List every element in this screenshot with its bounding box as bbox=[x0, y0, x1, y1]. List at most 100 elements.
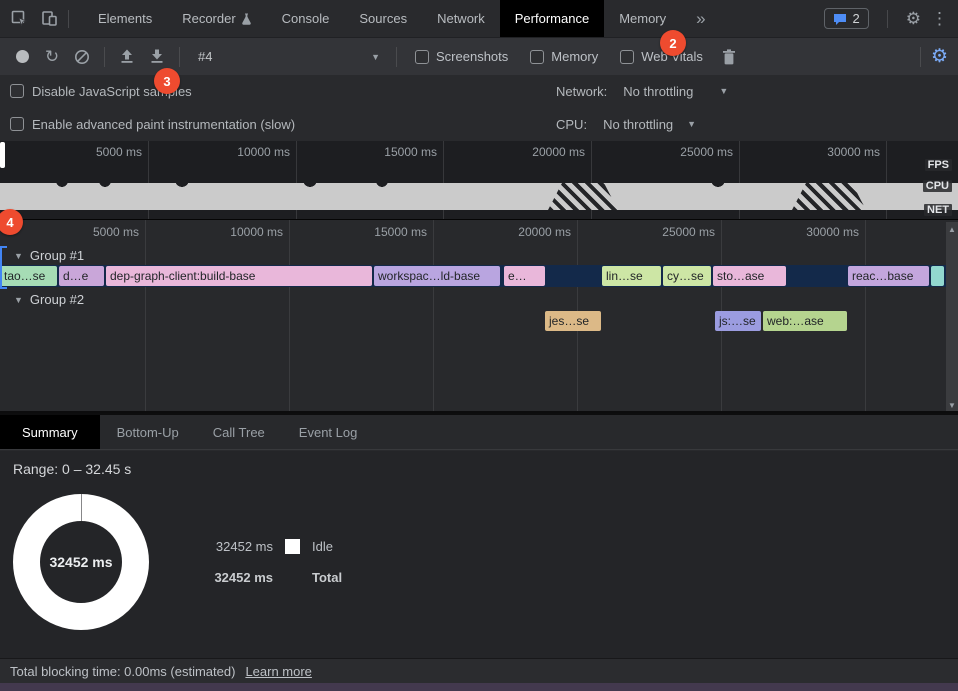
tab-bottom-up[interactable]: Bottom-Up bbox=[100, 415, 196, 449]
ruler-tick: 20000 ms bbox=[487, 225, 571, 239]
scroll-down-icon[interactable]: ▼ bbox=[948, 398, 956, 413]
group2-header[interactable]: ▼ Group #2 bbox=[14, 292, 84, 307]
total-time-value: 32452 ms bbox=[160, 570, 273, 585]
screenshots-toggle[interactable]: Screenshots bbox=[415, 49, 508, 64]
divider bbox=[68, 10, 69, 28]
ruler-tick: 25000 ms bbox=[631, 225, 715, 239]
load-profile-button[interactable] bbox=[115, 45, 139, 69]
total-label: Total bbox=[312, 570, 342, 585]
garbage-collect-button[interactable] bbox=[717, 45, 741, 69]
disable-js-samples-checkbox[interactable] bbox=[10, 84, 24, 98]
group1-header[interactable]: ▼ Group #1 bbox=[14, 248, 84, 263]
chevron-down-icon: ▼ bbox=[371, 52, 380, 62]
group1-track: tao…se d…e dep-graph-client:build-base w… bbox=[0, 265, 946, 287]
cpu-label: CPU: bbox=[556, 117, 587, 132]
memory-toggle[interactable]: Memory bbox=[530, 49, 598, 64]
capture-settings-gear-icon[interactable]: ⚙ bbox=[931, 45, 948, 68]
flame-event[interactable]: lin…se bbox=[602, 266, 661, 286]
download-icon bbox=[149, 49, 165, 64]
group1-selection-bracket bbox=[0, 246, 7, 289]
paint-instrumentation-option-row: Enable advanced paint instrumentation (s… bbox=[0, 107, 958, 141]
learn-more-link[interactable]: Learn more bbox=[245, 664, 311, 679]
screenshots-label: Screenshots bbox=[436, 49, 508, 64]
network-throttling-control: Network: No throttling ▼ bbox=[556, 84, 728, 99]
overflow-menu-icon[interactable]: ⋮ bbox=[931, 9, 948, 29]
record-icon bbox=[16, 50, 29, 63]
chevron-down-icon[interactable]: ▼ bbox=[719, 86, 728, 96]
history-selected-value: #4 bbox=[198, 49, 212, 64]
web-vitals-toggle[interactable]: Web Vitals bbox=[620, 49, 703, 64]
flame-event[interactable]: cy…se bbox=[663, 266, 711, 286]
flame-event[interactable]: workspac…ld-base bbox=[374, 266, 500, 286]
inspect-element-icon[interactable] bbox=[8, 8, 30, 30]
tab-recorder[interactable]: Recorder bbox=[167, 0, 266, 37]
settings-gear-icon[interactable]: ⚙ bbox=[906, 9, 921, 29]
overview-tick: 25000 ms bbox=[649, 145, 733, 159]
flame-event[interactable]: sto…ase bbox=[713, 266, 786, 286]
divider bbox=[887, 10, 888, 28]
overview-tick: 20000 ms bbox=[501, 145, 585, 159]
more-tabs-button[interactable]: » bbox=[681, 0, 720, 37]
flame-event[interactable]: reac…base bbox=[848, 266, 929, 286]
flame-event[interactable]: dep-graph-client:build-base bbox=[106, 266, 372, 286]
reload-and-record-button[interactable]: ↻ bbox=[40, 45, 64, 69]
desktop-background-strip bbox=[0, 683, 958, 691]
divider bbox=[104, 47, 105, 67]
devtools-window: Elements Recorder Console Sources Networ… bbox=[0, 0, 958, 691]
timeline-overview[interactable]: 5000 ms 10000 ms 15000 ms 20000 ms 25000… bbox=[0, 141, 958, 220]
chevron-down-icon[interactable]: ▼ bbox=[687, 119, 696, 129]
cpu-hatched-region bbox=[548, 183, 618, 210]
tab-console[interactable]: Console bbox=[267, 0, 345, 37]
tab-performance[interactable]: Performance bbox=[500, 0, 604, 37]
overview-left-resize-handle[interactable] bbox=[0, 142, 5, 168]
overview-tick: 10000 ms bbox=[206, 145, 290, 159]
flame-chart-scrollbar[interactable]: ▲ ▼ bbox=[946, 222, 958, 413]
overview-tick: 15000 ms bbox=[353, 145, 437, 159]
record-button[interactable] bbox=[10, 45, 34, 69]
screenshots-checkbox[interactable] bbox=[415, 50, 429, 64]
flame-event[interactable]: js:…se bbox=[715, 311, 761, 331]
save-profile-button[interactable] bbox=[145, 45, 169, 69]
tab-summary[interactable]: Summary bbox=[0, 415, 100, 449]
js-samples-option-row: Disable JavaScript samples Network: No t… bbox=[0, 75, 958, 107]
ruler-tick: 5000 ms bbox=[55, 225, 139, 239]
scroll-up-icon[interactable]: ▲ bbox=[948, 222, 956, 237]
issues-counter[interactable]: 2 bbox=[824, 8, 869, 29]
web-vitals-checkbox[interactable] bbox=[620, 50, 634, 64]
tab-sources[interactable]: Sources bbox=[344, 0, 422, 37]
time-breakdown-donut bbox=[13, 494, 149, 630]
performance-toolbar: ↻ #4 ▼ Screenshots bbox=[0, 38, 958, 75]
group1-label: Group #1 bbox=[30, 248, 84, 263]
clear-button[interactable] bbox=[70, 45, 94, 69]
idle-time-value: 32452 ms bbox=[160, 539, 273, 554]
tab-network[interactable]: Network bbox=[422, 0, 500, 37]
network-throttling-select[interactable]: No throttling bbox=[623, 84, 693, 99]
tab-call-tree[interactable]: Call Tree bbox=[196, 415, 282, 449]
tab-event-log[interactable]: Event Log bbox=[282, 415, 375, 449]
flame-event[interactable]: jes…se bbox=[545, 311, 601, 331]
flame-event[interactable]: web:…ase bbox=[763, 311, 847, 331]
cpu-throttling-control: CPU: No throttling ▼ bbox=[556, 117, 696, 132]
tab-bar-right-controls: 2 ⚙ ⋮ bbox=[824, 8, 958, 29]
cpu-throttling-select[interactable]: No throttling bbox=[603, 117, 673, 132]
devtools-tab-bar: Elements Recorder Console Sources Networ… bbox=[0, 0, 958, 38]
flame-event[interactable] bbox=[931, 266, 944, 286]
device-toolbar-icon[interactable] bbox=[38, 8, 60, 30]
overview-tick: 5000 ms bbox=[58, 145, 142, 159]
group2-label: Group #2 bbox=[30, 292, 84, 307]
disclosure-triangle-icon: ▼ bbox=[14, 251, 23, 261]
tab-elements[interactable]: Elements bbox=[83, 0, 167, 37]
issues-count: 2 bbox=[853, 11, 860, 26]
advanced-paint-checkbox[interactable] bbox=[10, 117, 24, 131]
memory-checkbox[interactable] bbox=[530, 50, 544, 64]
history-selector[interactable]: #4 ▼ bbox=[190, 45, 386, 69]
flame-event[interactable]: d…e bbox=[59, 266, 104, 286]
flame-event[interactable]: tao…se bbox=[0, 266, 57, 286]
divider bbox=[179, 47, 180, 67]
flame-event[interactable]: e… bbox=[504, 266, 545, 286]
flame-chart[interactable]: 5000 ms 10000 ms 15000 ms 20000 ms 25000… bbox=[0, 220, 958, 413]
panel-tabs: Elements Recorder Console Sources Networ… bbox=[83, 0, 721, 37]
experiment-flask-icon bbox=[241, 13, 252, 25]
cpu-activity-band[interactable] bbox=[0, 183, 958, 210]
summary-pane: Range: 0 – 32.45 s 32452 ms 32452 ms Idl… bbox=[0, 451, 958, 658]
